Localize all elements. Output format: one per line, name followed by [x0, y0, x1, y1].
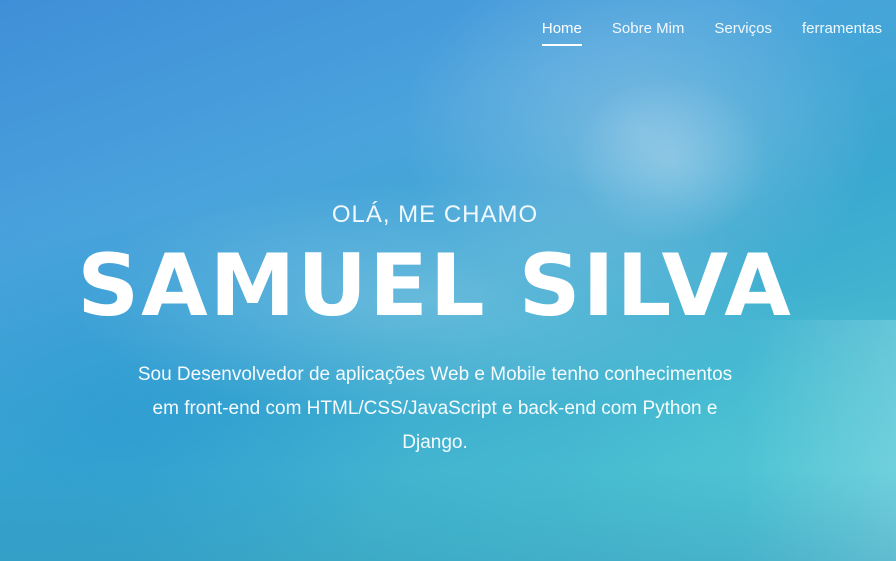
nav-item-sobre-mim[interactable]: Sobre Mim — [612, 20, 685, 44]
nav-item-servicos[interactable]: Serviços — [714, 20, 772, 44]
nav-item-ferramentas[interactable]: ferramentas — [802, 20, 882, 44]
background-shadow — [0, 470, 896, 561]
hero-greeting: OLÁ, ME CHAMO — [331, 201, 539, 228]
main-navbar: Home Sobre Mim Serviços ferramentas — [512, 0, 896, 58]
hero-section: Home Sobre Mim Serviços ferramentas OLÁ,… — [0, 0, 896, 561]
background-fold — [740, 320, 896, 561]
nav-item-home[interactable]: Home — [541, 20, 582, 46]
hero-name: SAMUEL SILVA — [77, 236, 793, 336]
hero-description: Sou Desenvolvedor de aplicações Web e Mo… — [137, 364, 733, 453]
